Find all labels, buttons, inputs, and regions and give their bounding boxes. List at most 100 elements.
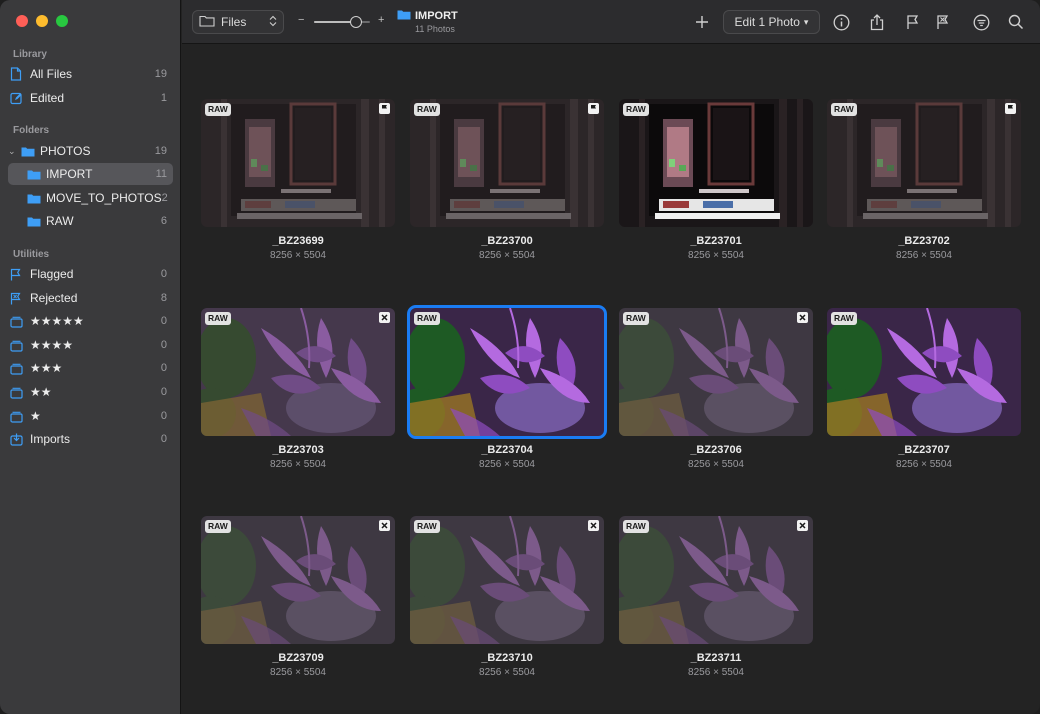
photo-thumbnail[interactable]: RAW <box>619 516 813 644</box>
reject-flag-icon[interactable] <box>379 312 390 323</box>
flag-outline-icon <box>907 15 919 29</box>
photo-dimensions: 8256 × 5504 <box>896 459 952 470</box>
sidebar-item-count: 19 <box>154 145 167 157</box>
photo-cell[interactable]: RAW _BZ23703 8256 × 5504 <box>201 308 395 483</box>
photo-thumbnail[interactable]: RAW <box>619 99 813 227</box>
share-button[interactable] <box>866 11 888 33</box>
sidebar-utility-item[interactable]: Flagged 0 <box>8 263 173 285</box>
photo-thumbnail[interactable]: RAW <box>410 99 604 227</box>
sidebar-item-count: 11 <box>155 168 167 180</box>
folder-icon <box>20 144 36 158</box>
library-section-title: Library <box>13 49 47 60</box>
plus-icon <box>696 16 708 28</box>
photo-dimensions: 8256 × 5504 <box>688 250 744 261</box>
raw-badge: RAW <box>623 520 649 533</box>
photo-dimensions: 8256 × 5504 <box>479 667 535 678</box>
photo-thumbnail[interactable]: RAW <box>410 516 604 644</box>
photo-filename: _BZ23710 <box>481 652 533 664</box>
photo-thumbnail[interactable]: RAW <box>407 305 607 439</box>
photo-dimensions: 8256 × 5504 <box>896 250 952 261</box>
reject-flag-icon[interactable] <box>797 520 808 531</box>
sidebar-item-count: 0 <box>160 362 167 374</box>
folder-icon <box>26 191 42 205</box>
photo-thumbnail[interactable]: RAW <box>827 308 1021 436</box>
sidebar-item-label: IMPORT <box>46 167 93 181</box>
sidebar-item-count: 2 <box>161 192 168 204</box>
flag-icon[interactable] <box>379 103 390 114</box>
zoom-slider[interactable]: − + <box>296 12 388 32</box>
photo-thumbnail[interactable]: RAW <box>201 99 395 227</box>
sidebar-folder-raw[interactable]: RAW 6 <box>8 210 173 232</box>
zoom-slider-handle[interactable] <box>350 16 362 28</box>
sidebar-folder-import[interactable]: IMPORT 11 <box>8 163 173 185</box>
sidebar-item-all-files[interactable]: All Files 19 <box>8 63 173 85</box>
info-button[interactable] <box>830 11 852 33</box>
edit-photo-button[interactable]: Edit 1 Photo ▾ <box>723 10 820 34</box>
photo-filename: _BZ23700 <box>481 235 533 247</box>
photo-cell[interactable]: RAW _BZ23702 8256 × 5504 <box>827 99 1021 274</box>
folders-section-title: Folders <box>13 125 50 136</box>
zoom-window-button[interactable] <box>56 15 68 27</box>
reject-button[interactable] <box>932 11 954 33</box>
sidebar-item-count: 1 <box>160 92 167 104</box>
raw-badge: RAW <box>623 103 649 116</box>
sidebar-item-edited[interactable]: Edited 1 <box>8 87 173 109</box>
search-button[interactable] <box>1005 11 1027 33</box>
photo-cell[interactable]: RAW _BZ23710 8256 × 5504 <box>410 516 604 691</box>
stack-icon <box>8 385 24 399</box>
flag-button[interactable] <box>902 11 924 33</box>
photo-cell[interactable]: RAW _BZ23704 8256 × 5504 <box>407 305 607 483</box>
photo-thumbnail[interactable]: RAW <box>827 99 1021 227</box>
photo-cell[interactable]: RAW _BZ23709 8256 × 5504 <box>201 516 395 691</box>
photo-cell[interactable]: RAW _BZ23706 8256 × 5504 <box>619 308 813 483</box>
sidebar-item-count: 19 <box>154 68 167 80</box>
sidebar-folder-move-to-photos[interactable]: MOVE_TO_PHOTOS 2 <box>8 187 173 209</box>
add-button[interactable] <box>691 11 713 33</box>
flag-icon[interactable] <box>1005 103 1016 114</box>
minimize-window-button[interactable] <box>36 15 48 27</box>
sidebar-utility-item[interactable]: ★★★ 0 <box>8 357 173 379</box>
utilities-section-title: Utilities <box>13 249 50 260</box>
sidebar-item-count: 0 <box>160 315 167 327</box>
raw-badge: RAW <box>205 312 231 325</box>
photo-dimensions: 8256 × 5504 <box>479 250 535 261</box>
sidebar-item-count: 0 <box>160 433 167 445</box>
sidebar-utility-item[interactable]: ★★ 0 <box>8 381 173 403</box>
sidebar-item-label: MOVE_TO_PHOTOS <box>46 191 162 205</box>
reject-flag-icon[interactable] <box>797 312 808 323</box>
sidebar-item-label: ★★★ <box>30 361 63 375</box>
photo-filename: _BZ23699 <box>272 235 324 247</box>
folder-icon <box>26 167 42 181</box>
sidebar-utility-item[interactable]: ★★★★ 0 <box>8 334 173 356</box>
photo-cell[interactable]: RAW _BZ23707 8256 × 5504 <box>827 308 1021 483</box>
photo-filename: _BZ23702 <box>898 235 950 247</box>
sidebar-utility-item[interactable]: Imports 0 <box>8 428 173 450</box>
photo-thumbnail[interactable]: RAW <box>619 308 813 436</box>
photo-dimensions: 8256 × 5504 <box>688 459 744 470</box>
folder-outline-icon <box>199 15 215 30</box>
flag-icon[interactable] <box>588 103 599 114</box>
sidebar-item-label: Rejected <box>30 291 78 305</box>
photo-cell[interactable]: RAW _BZ23699 8256 × 5504 <box>201 99 395 274</box>
flag-icon <box>8 267 24 281</box>
close-window-button[interactable] <box>16 15 28 27</box>
sidebar-folder-photos[interactable]: ⌄ PHOTOS 19 <box>8 140 173 162</box>
photo-cell[interactable]: RAW _BZ23700 8256 × 5504 <box>410 99 604 274</box>
chevron-down-icon: ▾ <box>803 16 809 27</box>
raw-badge: RAW <box>623 312 649 325</box>
photo-cell[interactable]: RAW _BZ23701 8256 × 5504 <box>619 99 813 274</box>
filter-button[interactable] <box>970 11 992 33</box>
sidebar-item-label: Edited <box>30 91 65 105</box>
photo-cell[interactable]: RAW _BZ23711 8256 × 5504 <box>619 516 813 691</box>
chevron-down-icon[interactable]: ⌄ <box>8 146 18 157</box>
files-view-select[interactable]: Files <box>192 10 284 34</box>
reject-flag-icon[interactable] <box>588 520 599 531</box>
window-controls <box>16 15 68 27</box>
sidebar-utility-item[interactable]: ★★★★★ 0 <box>8 310 173 332</box>
photo-thumbnail[interactable]: RAW <box>201 308 395 436</box>
sidebar-utility-item[interactable]: Rejected 8 <box>8 287 173 309</box>
sidebar-utility-item[interactable]: ★ 0 <box>8 405 173 427</box>
sidebar-item-label: Imports <box>30 432 71 446</box>
reject-flag-icon[interactable] <box>379 520 390 531</box>
photo-thumbnail[interactable]: RAW <box>201 516 395 644</box>
